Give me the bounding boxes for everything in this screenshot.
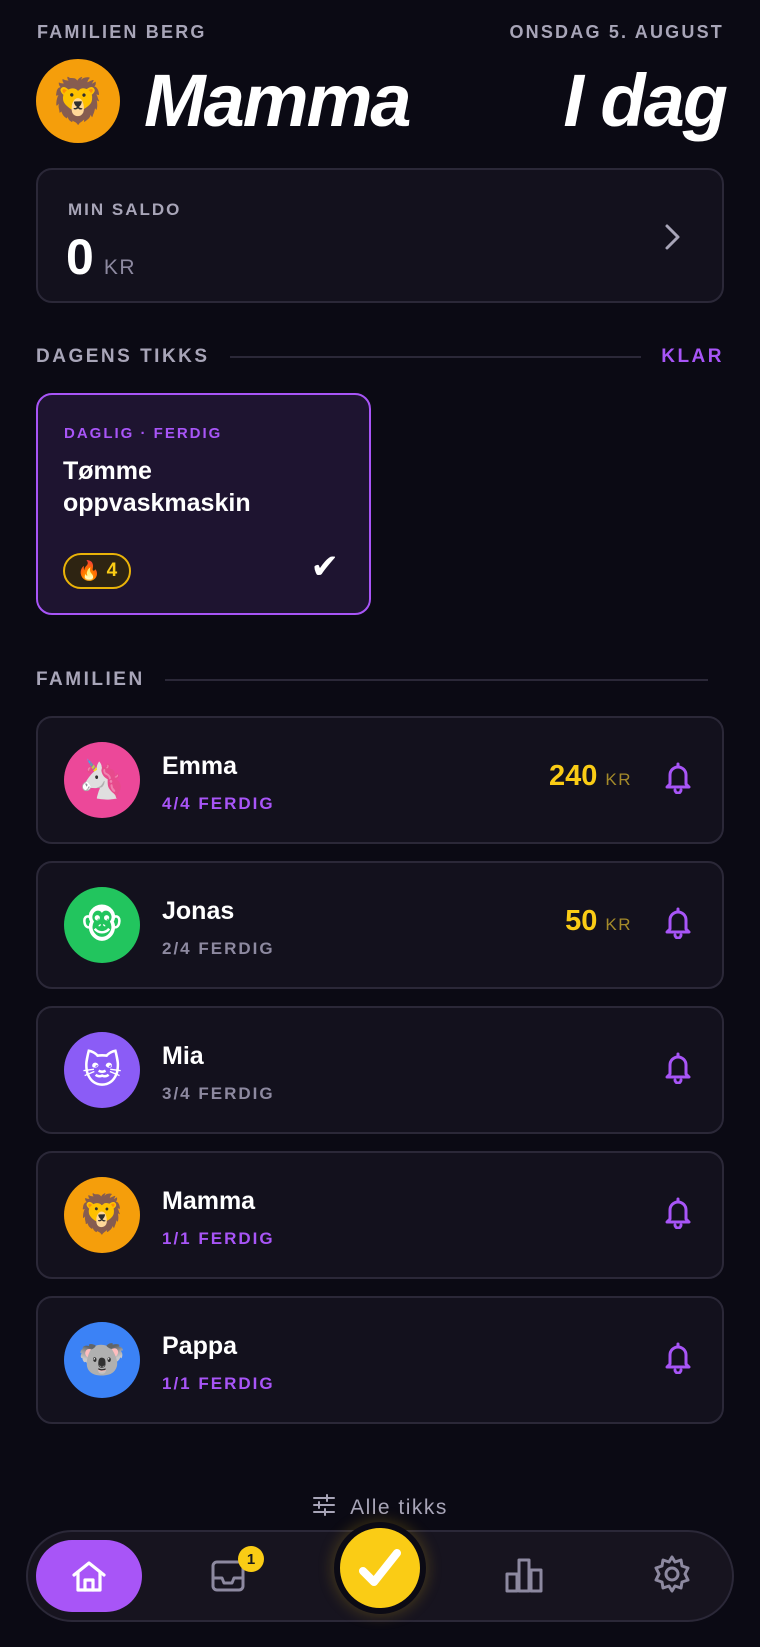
nav-inbox-button[interactable]: 1 (210, 1546, 264, 1594)
member-balance-amount: 240 (548, 760, 598, 792)
member-balance-amount: 50 (565, 905, 598, 937)
bell-icon[interactable] (664, 1342, 692, 1375)
all-tasks-button[interactable]: Alle tikks (0, 1494, 760, 1522)
user-name: Mamma (144, 59, 412, 142)
member-name: Pappa (162, 1332, 238, 1360)
member-avatar: 🐱 (64, 1032, 140, 1108)
streak-count: 4 (106, 560, 118, 581)
task-title: Tømme oppvaskmaskin (63, 457, 251, 517)
member-avatar: 🐨 (64, 1322, 140, 1398)
nav-settings-button[interactable] (652, 1554, 692, 1594)
fire-icon: 🔥 (77, 561, 101, 582)
bell-icon[interactable] (664, 1197, 692, 1230)
member-balance-unit: KR (605, 770, 632, 789)
today-section-header: DAGENS TIKKS KLAR (36, 346, 724, 368)
bar-chart-icon (505, 1558, 543, 1593)
home-icon (72, 1561, 106, 1592)
member-name: Mia (162, 1042, 204, 1070)
member-avatar: 🐵 (64, 887, 140, 963)
lion-avatar-icon[interactable]: 🦁 (36, 59, 120, 143)
balance-value: 0 KR (66, 228, 136, 286)
member-progress: 1/1 FERDIG (162, 1229, 275, 1248)
task-meta: DAGLIG · FERDIG (64, 425, 223, 442)
nav-stats-button[interactable] (504, 1556, 544, 1594)
member-progress: 1/1 FERDIG (162, 1374, 275, 1393)
member-name: Mamma (162, 1187, 256, 1215)
task-card[interactable]: DAGLIG · FERDIG Tømme oppvaskmaskin 🔥 4 … (36, 393, 371, 615)
member-balance: 50 KR (565, 905, 632, 938)
member-progress: 4/4 FERDIG (162, 794, 275, 813)
divider (164, 679, 708, 681)
bottom-nav: 1 (26, 1522, 734, 1622)
inbox-badge: 1 (238, 1546, 264, 1572)
member-balance-unit: KR (605, 915, 632, 934)
bell-icon[interactable] (664, 1052, 692, 1085)
page-title: I dag (563, 59, 728, 142)
date-label: ONSDAG 5. AUGUST (509, 22, 724, 42)
family-section-title: FAMILIEN (36, 669, 145, 690)
member-avatar: 🦄 (64, 742, 140, 818)
nav-check-button[interactable] (334, 1522, 426, 1614)
family-name: FAMILIEN BERG (37, 22, 207, 42)
bell-icon[interactable] (664, 762, 692, 795)
member-row[interactable]: 🦄 Emma 4/4 FERDIG 240 KR (36, 716, 724, 844)
streak-badge: 🔥 4 (63, 553, 132, 589)
member-progress: 2/4 FERDIG (162, 939, 275, 958)
member-progress: 3/4 FERDIG (162, 1084, 275, 1103)
chevron-right-icon (664, 218, 682, 260)
balance-card[interactable]: MIN SALDO 0 KR (36, 168, 724, 303)
sliders-icon (312, 1494, 336, 1522)
member-row[interactable]: 🐨 Pappa 1/1 FERDIG (36, 1296, 724, 1424)
all-tasks-label: Alle tikks (350, 1496, 448, 1519)
balance-label: MIN SALDO (68, 200, 182, 219)
hero: 🦁 Mamma I dag (36, 58, 728, 144)
member-row[interactable]: 🦁 Mamma 1/1 FERDIG (36, 1151, 724, 1279)
gear-icon (654, 1555, 690, 1593)
bell-icon[interactable] (664, 907, 692, 940)
member-row[interactable]: 🐱 Mia 3/4 FERDIG (36, 1006, 724, 1134)
balance-unit: KR (103, 256, 136, 279)
today-section-title: DAGENS TIKKS (36, 346, 210, 367)
member-name: Jonas (162, 897, 235, 925)
checkmark-icon (359, 1549, 401, 1586)
divider (229, 356, 642, 358)
member-name: Emma (162, 752, 238, 780)
balance-amount: 0 (66, 229, 94, 285)
family-section-header: FAMILIEN (36, 669, 708, 691)
ready-button[interactable]: KLAR (661, 346, 724, 368)
checkmark-icon[interactable]: ✔ (311, 547, 340, 587)
member-row[interactable]: 🐵 Jonas 2/4 FERDIG 50 KR (36, 861, 724, 989)
member-avatar: 🦁 (64, 1177, 140, 1253)
header-topline: FAMILIEN BERG ONSDAG 5. AUGUST (37, 22, 724, 43)
member-balance: 240 KR (549, 760, 632, 793)
nav-home-button[interactable] (36, 1540, 142, 1612)
